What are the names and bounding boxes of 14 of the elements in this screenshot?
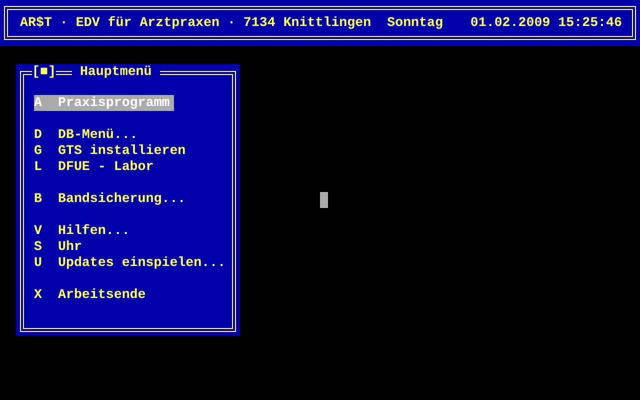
- menu-item[interactable]: U Updates einspielen...: [34, 255, 230, 271]
- window-title: Hauptmenü: [72, 64, 160, 80]
- menu-item[interactable]: G GTS installieren: [34, 143, 190, 159]
- menu-item[interactable]: V Hilfen...: [34, 223, 134, 239]
- weekday-text: Sonntag: [387, 15, 443, 32]
- menu-item[interactable]: S Uhr: [34, 239, 86, 255]
- menu-item[interactable]: L DFUE - Labor: [34, 159, 158, 175]
- menu-item[interactable]: X Arbeitsende: [34, 287, 150, 303]
- text-cursor: [320, 192, 328, 208]
- menu-item[interactable]: D DB-Menü...: [34, 127, 142, 143]
- close-button[interactable]: [■]: [32, 64, 56, 80]
- date-time-text: 01.02.2009 15:25:46: [470, 15, 622, 32]
- menu-item[interactable]: B Bandsicherung...: [34, 191, 190, 207]
- app-title: AR$T · EDV für Arztpraxen · 7134 Knittlingen: [20, 15, 372, 32]
